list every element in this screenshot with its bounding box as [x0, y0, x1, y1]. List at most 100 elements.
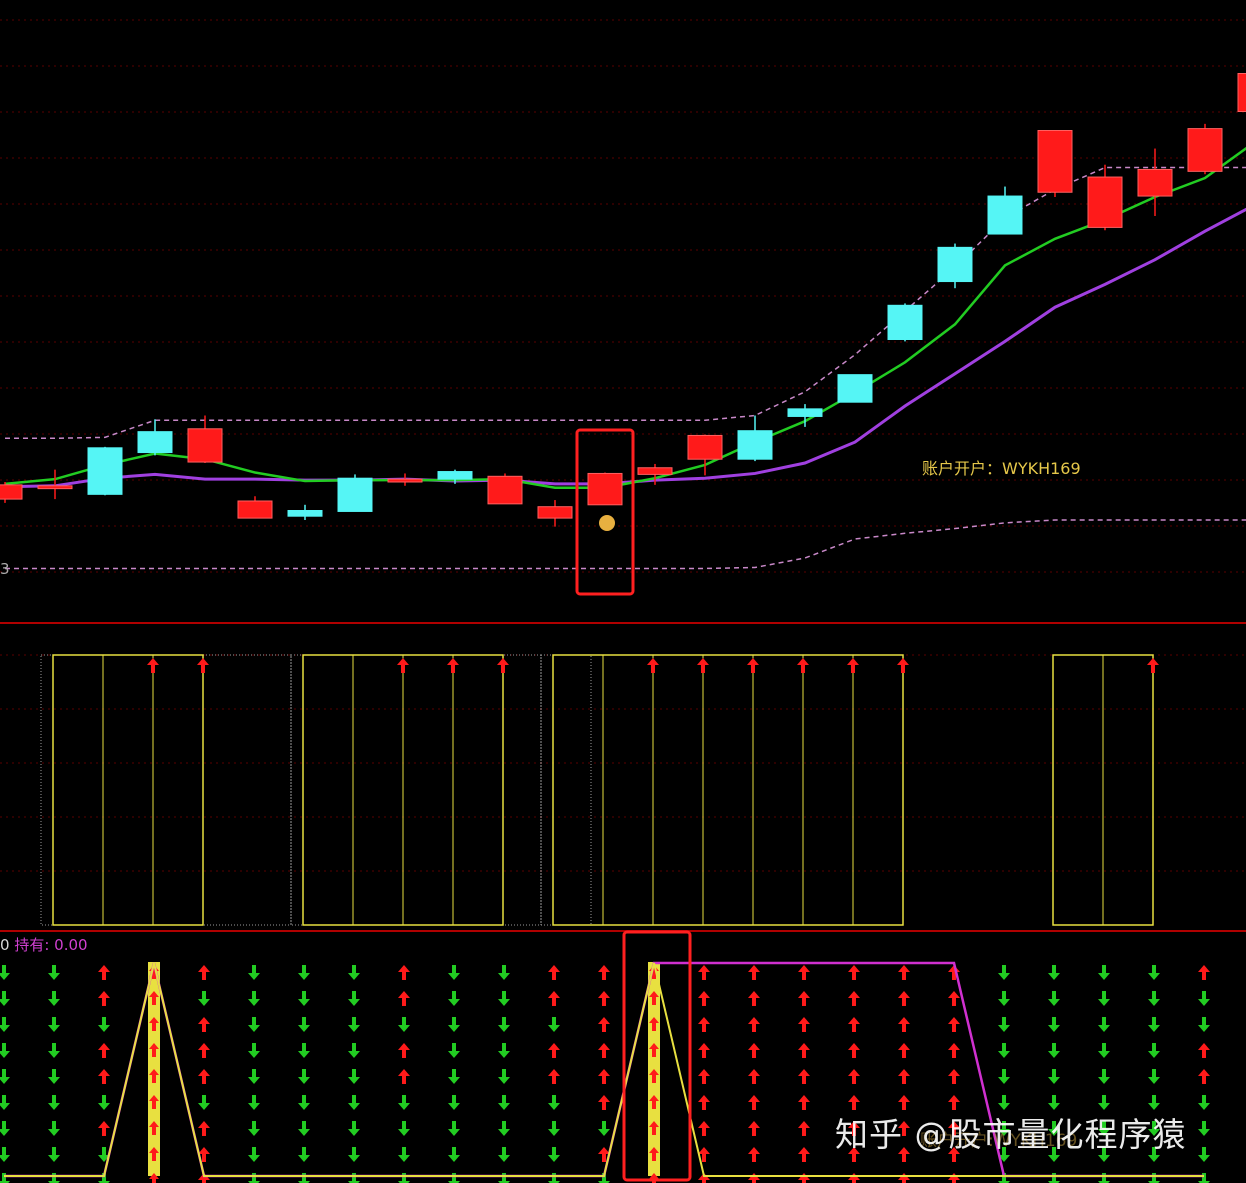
highlight-box — [575, 428, 635, 596]
up-arrow — [798, 1095, 810, 1110]
candle-body — [1237, 73, 1246, 112]
up-arrow — [748, 965, 760, 980]
down-arrow — [48, 1043, 60, 1058]
down-arrow — [248, 1017, 260, 1032]
signal-up-arrow — [447, 658, 459, 673]
up-arrow — [898, 1043, 910, 1058]
up-arrow — [198, 1121, 210, 1136]
signal-up-arrow — [847, 658, 859, 673]
candle-body — [1087, 176, 1123, 228]
down-arrow — [498, 1069, 510, 1084]
down-arrow — [498, 1095, 510, 1110]
down-arrow — [998, 1069, 1010, 1084]
up-arrow — [198, 1043, 210, 1058]
up-arrow — [748, 1069, 760, 1084]
up-arrow — [1198, 1043, 1210, 1058]
down-arrow — [98, 1095, 110, 1110]
up-arrow — [848, 1173, 860, 1183]
down-arrow — [498, 1017, 510, 1032]
up-arrow — [548, 1043, 560, 1058]
up-arrow — [698, 1043, 710, 1058]
down-arrow — [48, 1147, 60, 1162]
down-arrow — [348, 1095, 360, 1110]
hold-text: 持有: 0.00 — [14, 936, 88, 954]
up-arrow — [198, 965, 210, 980]
up-arrow — [848, 1043, 860, 1058]
candle-body — [0, 484, 23, 500]
up-arrow — [748, 1173, 760, 1183]
candle-body — [687, 434, 723, 460]
up-arrow — [848, 1017, 860, 1032]
down-arrow — [1198, 1147, 1210, 1162]
up-arrow — [398, 965, 410, 980]
down-arrow — [1148, 1173, 1160, 1183]
down-arrow — [248, 965, 260, 980]
down-arrow — [198, 1095, 210, 1110]
up-arrow — [848, 1069, 860, 1084]
up-arrow — [398, 991, 410, 1006]
down-arrow — [1048, 965, 1060, 980]
down-arrow — [298, 1147, 310, 1162]
up-arrow — [698, 1069, 710, 1084]
candle-body — [337, 477, 373, 512]
candle-body — [487, 475, 523, 505]
up-arrow — [598, 1017, 610, 1032]
up-arrow — [948, 1043, 960, 1058]
down-arrow — [548, 1121, 560, 1136]
up-arrow — [598, 965, 610, 980]
up-arrow — [548, 965, 560, 980]
up-arrow — [398, 1043, 410, 1058]
down-arrow — [448, 1121, 460, 1136]
signal-up-arrow — [1147, 658, 1159, 673]
signal-up-arrow — [497, 658, 509, 673]
candle-body — [587, 472, 623, 506]
down-arrow — [348, 1121, 360, 1136]
down-arrow — [298, 1017, 310, 1032]
up-arrow — [948, 1069, 960, 1084]
down-arrow — [498, 1147, 510, 1162]
down-arrow — [1148, 991, 1160, 1006]
signal-up-arrow — [197, 658, 209, 673]
down-arrow — [398, 1121, 410, 1136]
down-arrow — [348, 1017, 360, 1032]
signal-up-arrow — [647, 658, 659, 673]
candle-body — [787, 408, 823, 417]
down-arrow — [0, 1043, 10, 1058]
down-arrow — [498, 1173, 510, 1183]
signal-up-arrow — [747, 658, 759, 673]
down-arrow — [348, 1043, 360, 1058]
up-arrow — [798, 1121, 810, 1136]
down-arrow — [298, 1069, 310, 1084]
down-arrow — [448, 1017, 460, 1032]
down-arrow — [1098, 1043, 1110, 1058]
candle-body — [137, 431, 173, 454]
down-arrow — [48, 1095, 60, 1110]
candle-body — [237, 500, 273, 519]
down-arrow — [0, 1121, 10, 1136]
hold-readout: 0 持有: 0.00 — [0, 934, 88, 955]
down-arrow — [1048, 1173, 1060, 1183]
up-arrow — [548, 1069, 560, 1084]
candle-body — [387, 478, 423, 483]
down-arrow — [448, 991, 460, 1006]
down-arrow — [298, 1121, 310, 1136]
down-arrow — [0, 1069, 10, 1084]
up-arrow — [798, 965, 810, 980]
down-arrow — [298, 1173, 310, 1183]
up-arrow — [598, 1043, 610, 1058]
down-arrow — [348, 1147, 360, 1162]
down-arrow — [1148, 1017, 1160, 1032]
down-arrow — [398, 1173, 410, 1183]
down-arrow — [48, 991, 60, 1006]
up-arrow — [698, 991, 710, 1006]
up-arrow — [948, 1017, 960, 1032]
down-arrow — [248, 1121, 260, 1136]
up-arrow — [898, 1017, 910, 1032]
up-arrow — [798, 1147, 810, 1162]
account-annotation: 账户开户：WYKH169 — [922, 459, 1081, 478]
up-arrow — [1198, 965, 1210, 980]
down-arrow — [0, 1095, 10, 1110]
up-arrow — [598, 1095, 610, 1110]
signal-up-arrow — [697, 658, 709, 673]
down-arrow — [248, 1069, 260, 1084]
